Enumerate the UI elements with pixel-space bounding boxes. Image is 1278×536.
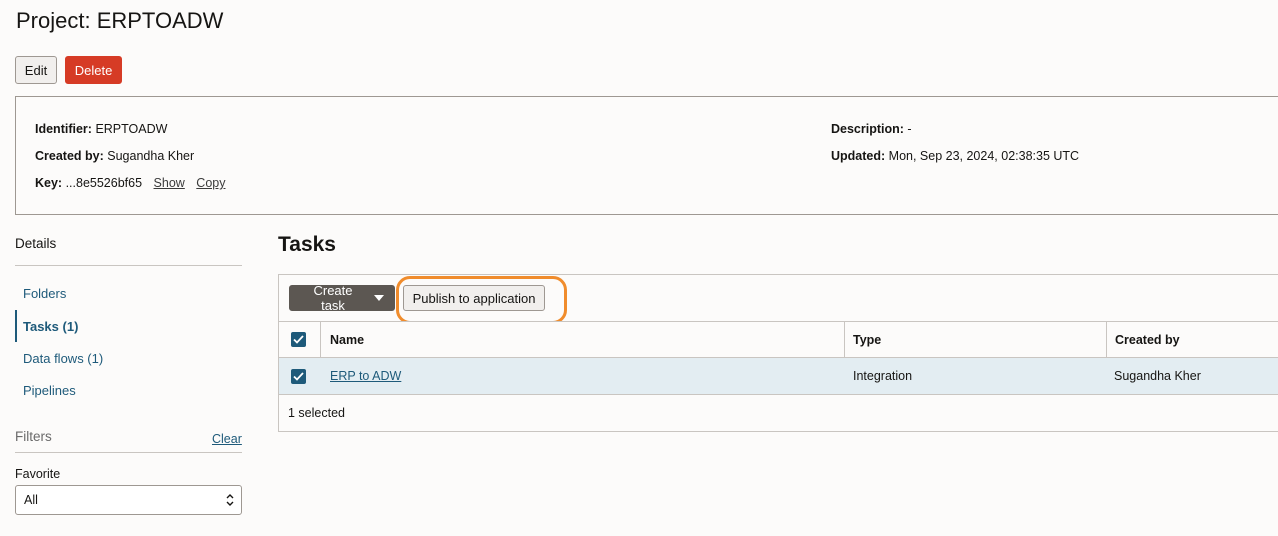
select-all-cell: [283, 322, 320, 357]
identifier-label: Identifier:: [35, 122, 92, 136]
create-task-label: Create task: [313, 283, 353, 313]
created-by-label: Created by:: [35, 149, 104, 163]
sidebar-item-tasks[interactable]: Tasks (1): [15, 310, 242, 342]
sidebar-divider: [15, 265, 242, 266]
publish-to-application-button[interactable]: Publish to application: [403, 285, 545, 311]
key-label: Key:: [35, 176, 63, 190]
caret-down-icon: [374, 295, 384, 301]
filters-divider: [15, 452, 242, 453]
created-by-row: Created by: Sugandha Kher: [35, 149, 194, 163]
identifier-row: Identifier: ERPTOADW: [35, 122, 167, 136]
page-title: Project: ERPTOADW: [16, 8, 224, 33]
favorite-selected-value: All: [24, 493, 38, 507]
row-select-cell: [283, 358, 320, 394]
select-all-checkbox[interactable]: [291, 332, 306, 347]
check-icon: [293, 371, 304, 381]
identifier-value: ERPTOADW: [95, 122, 168, 136]
project-info-panel: Identifier: ERPTOADW Created by: Sugandh…: [15, 96, 1278, 215]
favorite-select[interactable]: All: [15, 485, 242, 515]
description-row: Description: -: [831, 122, 912, 136]
column-header-name[interactable]: Name: [322, 322, 842, 357]
column-header-type[interactable]: Type: [845, 322, 1105, 357]
sidebar-heading: Details: [15, 236, 57, 251]
task-name-link[interactable]: ERP to ADW: [330, 369, 401, 383]
description-value: -: [907, 122, 912, 136]
tasks-title: Tasks: [278, 233, 336, 256]
show-key-link[interactable]: Show: [154, 176, 185, 190]
sidebar-item-pipelines[interactable]: Pipelines: [15, 374, 242, 406]
key-row: Key: ...8e5526bf65 Show Copy: [35, 176, 225, 190]
chevron-up-down-icon: [226, 494, 234, 506]
table-header: Name Type Created by: [279, 321, 1278, 358]
row-checkbox[interactable]: [291, 368, 306, 384]
updated-label: Updated:: [831, 149, 886, 163]
task-type-cell: Integration: [853, 369, 913, 383]
task-created-by-cell: Sugandha Kher: [1114, 369, 1201, 383]
tasks-table: Create task Publish to application Name …: [278, 274, 1278, 432]
column-header-created-by[interactable]: Created by: [1107, 322, 1278, 357]
updated-row: Updated: Mon, Sep 23, 2024, 02:38:35 UTC: [831, 149, 1079, 163]
favorite-label: Favorite: [15, 467, 61, 481]
task-name-cell: ERP to ADW: [322, 358, 842, 394]
edit-button[interactable]: Edit: [15, 56, 57, 84]
table-row[interactable]: ERP to ADW Integration Sugandha Kher: [279, 358, 1278, 395]
sidebar-item-data-flows[interactable]: Data flows (1): [15, 342, 242, 374]
sidebar-item-folders[interactable]: Folders: [15, 277, 242, 309]
selection-summary: 1 selected: [288, 406, 345, 420]
clear-filters-link[interactable]: Clear: [212, 432, 242, 446]
updated-value: Mon, Sep 23, 2024, 02:38:35 UTC: [888, 149, 1080, 163]
column-divider: [320, 322, 321, 357]
copy-key-link[interactable]: Copy: [196, 176, 225, 190]
delete-button[interactable]: Delete: [65, 56, 122, 84]
description-label: Description:: [831, 122, 904, 136]
key-value: ...8e5526bf65: [65, 176, 143, 190]
create-task-button[interactable]: Create task: [289, 283, 395, 313]
check-icon: [293, 335, 304, 344]
project-details-page: Project: ERPTOADW Edit Delete Identifier…: [0, 0, 1278, 536]
created-by-value: Sugandha Kher: [107, 149, 195, 163]
filters-heading: Filters: [15, 429, 52, 444]
